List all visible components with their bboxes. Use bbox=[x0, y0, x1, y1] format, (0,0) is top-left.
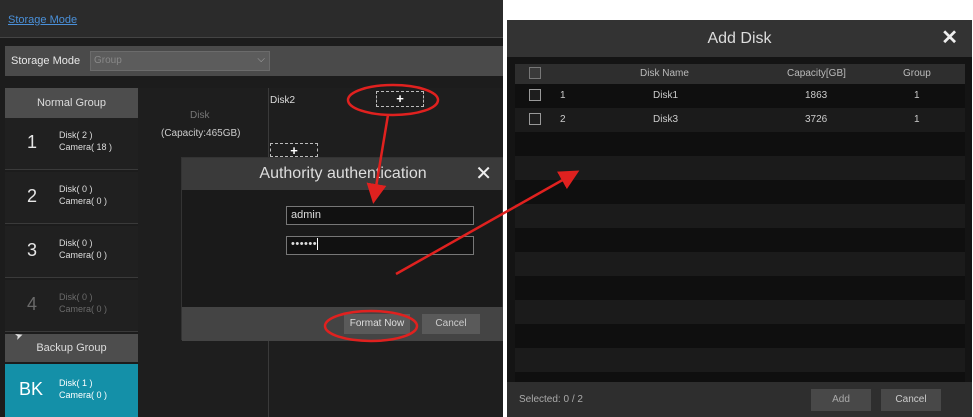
disk-group: 1 bbox=[914, 114, 920, 125]
top-bar: Storage Mode bbox=[0, 0, 503, 38]
group-number: 2 bbox=[27, 186, 38, 206]
dialog-title: Authority authentication bbox=[182, 158, 503, 190]
row-index: 1 bbox=[560, 90, 566, 101]
group-number: 1 bbox=[27, 132, 38, 152]
empty-row bbox=[515, 180, 965, 204]
backup-group-header: Backup Group bbox=[5, 334, 138, 362]
empty-row bbox=[515, 300, 965, 324]
close-icon[interactable]: ✕ bbox=[475, 161, 492, 186]
group-disk-count: Disk( 0 ) bbox=[59, 184, 93, 194]
storage-mode-tab-link[interactable]: Storage Mode bbox=[8, 14, 77, 26]
empty-row bbox=[515, 348, 965, 372]
group-number: BK bbox=[19, 379, 44, 399]
table-row[interactable]: 1 Disk1 1863 1 bbox=[515, 84, 965, 108]
normal-group-header: Normal Group bbox=[5, 88, 138, 118]
row-index: 2 bbox=[560, 114, 566, 125]
empty-row bbox=[515, 156, 965, 180]
cancel-button[interactable]: Cancel bbox=[422, 314, 480, 334]
dialog-footer: Selected: 0 / 2 Add Cancel bbox=[507, 382, 972, 417]
group-camera-count: Camera( 18 ) bbox=[59, 142, 113, 152]
add-disk-plus-button-2[interactable]: + bbox=[270, 143, 318, 158]
disk-capacity: 1863 bbox=[805, 90, 828, 101]
disk-group: 1 bbox=[914, 90, 920, 101]
dialog-footer: Format Now Cancel bbox=[182, 307, 503, 341]
group-number: 3 bbox=[27, 240, 38, 260]
disk-capacity: (Capacity:465GB) bbox=[161, 128, 241, 139]
table-header: Disk Name Capacity[GB] Group bbox=[515, 64, 965, 84]
row-checkbox[interactable] bbox=[529, 89, 541, 101]
empty-row bbox=[515, 252, 965, 276]
disk2-label: Disk2 bbox=[270, 95, 296, 106]
dialog-title: Add Disk bbox=[507, 20, 972, 57]
add-disk-dialog: Add Disk ✕ Disk Name Capacity[GB] Group … bbox=[507, 20, 972, 417]
column-header-disk-name: Disk Name bbox=[640, 68, 689, 79]
group-disk-count: Disk( 0 ) bbox=[59, 238, 93, 248]
storage-mode-label: Storage Mode bbox=[11, 55, 81, 67]
disk-capacity: 3726 bbox=[805, 114, 828, 125]
empty-row bbox=[515, 228, 965, 252]
column-header-group: Group bbox=[903, 68, 931, 79]
selected-count: Selected: 0 / 2 bbox=[519, 394, 583, 405]
select-all-checkbox[interactable] bbox=[529, 67, 541, 79]
group-item-4[interactable]: 4 Disk( 0 ) Camera( 0 ) bbox=[5, 280, 138, 332]
add-button[interactable]: Add bbox=[811, 389, 871, 411]
storage-mode-screen: Storage Mode Storage Mode Group ⌵ Normal… bbox=[0, 0, 503, 417]
row-checkbox[interactable] bbox=[529, 113, 541, 125]
empty-row bbox=[515, 204, 965, 228]
group-disk-count: Disk( 0 ) bbox=[59, 292, 93, 302]
group-disk-count: Disk( 2 ) bbox=[59, 130, 93, 140]
add-disk-plus-button[interactable]: + bbox=[376, 91, 424, 107]
empty-row bbox=[515, 324, 965, 348]
disk-label: Disk bbox=[190, 110, 210, 121]
group-camera-count: Camera( 0 ) bbox=[59, 390, 108, 400]
empty-row bbox=[515, 276, 965, 300]
group-item-3[interactable]: 3 Disk( 0 ) Camera( 0 ) bbox=[5, 226, 138, 278]
table-row[interactable]: 2 Disk3 3726 1 bbox=[515, 108, 965, 132]
password-mask: •••••• bbox=[291, 238, 318, 250]
group-list: Normal Group 1 Disk( 2 ) Camera( 18 ) 2 … bbox=[5, 88, 138, 417]
group-item-1[interactable]: 1 Disk( 2 ) Camera( 18 ) bbox=[5, 118, 138, 170]
backup-group-item[interactable]: BK Disk( 1 ) Camera( 0 ) bbox=[5, 364, 138, 417]
authority-dialog: Authority authentication ✕ admin •••••• … bbox=[181, 157, 503, 341]
column-header-capacity: Capacity[GB] bbox=[787, 68, 846, 79]
group-disk-count: Disk( 1 ) bbox=[59, 378, 93, 388]
group-item-2[interactable]: 2 Disk( 0 ) Camera( 0 ) bbox=[5, 172, 138, 224]
group-number: 4 bbox=[27, 294, 38, 314]
empty-row bbox=[515, 132, 965, 156]
chevron-down-icon: ⌵ bbox=[257, 54, 265, 65]
close-icon[interactable]: ✕ bbox=[941, 25, 958, 50]
disk-table: Disk Name Capacity[GB] Group 1 Disk1 186… bbox=[515, 64, 965, 382]
format-now-button[interactable]: Format Now bbox=[344, 314, 410, 334]
storage-mode-row: Storage Mode Group ⌵ bbox=[5, 46, 503, 76]
cancel-button[interactable]: Cancel bbox=[881, 389, 941, 411]
password-input[interactable]: •••••• bbox=[286, 236, 474, 255]
disk-name: Disk1 bbox=[653, 90, 679, 101]
text-caret bbox=[317, 238, 319, 251]
storage-mode-value: Group bbox=[94, 55, 122, 66]
username-input[interactable]: admin bbox=[286, 206, 474, 225]
group-camera-count: Camera( 0 ) bbox=[59, 250, 108, 260]
group-camera-count: Camera( 0 ) bbox=[59, 304, 108, 314]
disk-name: Disk3 bbox=[653, 114, 679, 125]
group-camera-count: Camera( 0 ) bbox=[59, 196, 108, 206]
storage-mode-select[interactable]: Group ⌵ bbox=[90, 51, 270, 71]
